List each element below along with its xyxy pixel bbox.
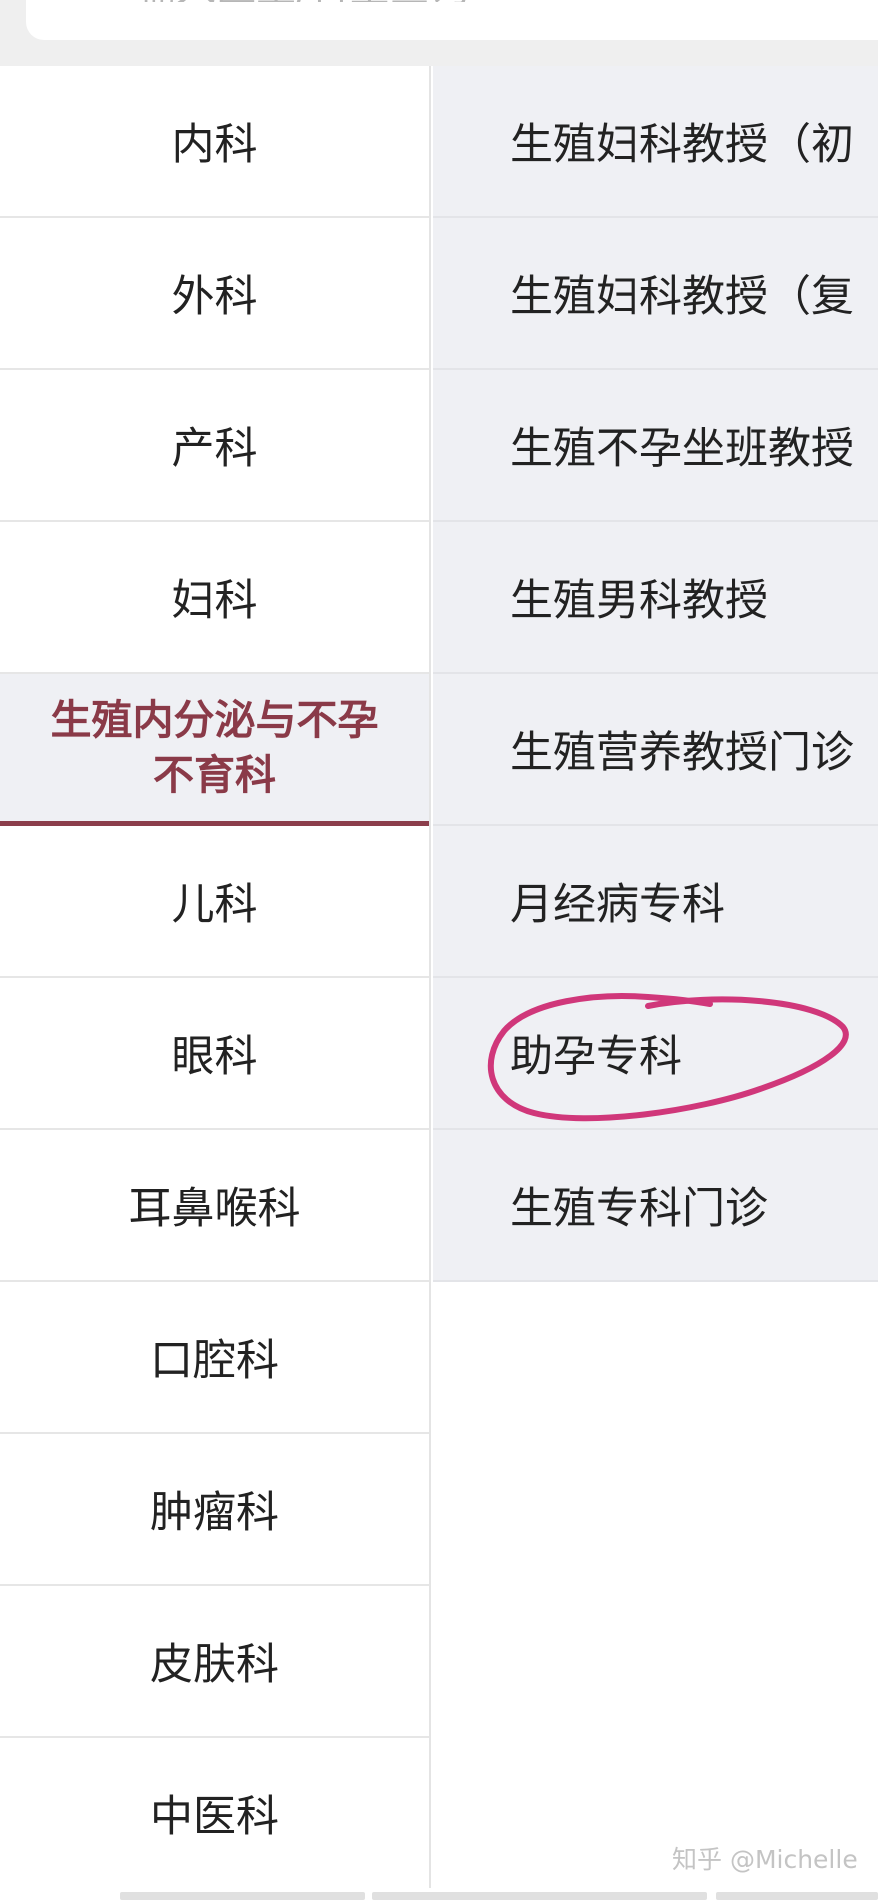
department-item-internal-medicine[interactable]: 内科 (0, 66, 429, 218)
department-item-pediatrics[interactable]: 儿科 (0, 826, 429, 978)
department-item-tcm[interactable]: 中医科 (0, 1738, 429, 1890)
department-item-ophthalmology[interactable]: 眼科 (0, 978, 429, 1130)
department-item-surgery[interactable]: 外科 (0, 218, 429, 370)
sub-department-item[interactable]: 生殖妇科教授（复 (433, 218, 878, 370)
department-item-label: 生殖内分泌与不孕不育科 (50, 695, 379, 799)
department-item-ent[interactable]: 耳鼻喉科 (0, 1130, 429, 1282)
search-box[interactable] (26, 0, 878, 40)
department-item-obstetrics[interactable]: 产科 (0, 370, 429, 522)
department-list: 内科 外科 产科 妇科 生殖内分泌与不孕不育科 儿科 眼科 耳鼻喉科 口腔科 肿… (0, 66, 431, 1900)
search-input[interactable] (136, 0, 736, 2)
sub-department-list: 生殖妇科教授（初 生殖妇科教授（复 生殖不孕坐班教授 生殖男科教授 生殖营养教授… (433, 66, 878, 1282)
sub-department-item[interactable]: 生殖营养教授门诊 (433, 674, 878, 826)
search-icon (56, 0, 104, 4)
department-item-stomatology[interactable]: 口腔科 (0, 1282, 429, 1434)
sub-department-item[interactable]: 生殖男科教授 (433, 522, 878, 674)
department-item-dermatology[interactable]: 皮肤科 (0, 1586, 429, 1738)
sub-department-item-assisted-reproduction[interactable]: 助孕专科 (433, 978, 878, 1130)
sub-department-item[interactable]: 月经病专科 (433, 826, 878, 978)
watermark: 知乎 @Michelle (672, 1845, 858, 1874)
sub-department-item[interactable]: 生殖不孕坐班教授 (433, 370, 878, 522)
sub-department-item[interactable]: 生殖专科门诊 (433, 1130, 878, 1282)
department-item-gynecology[interactable]: 妇科 (0, 522, 429, 674)
sub-department-item[interactable]: 生殖妇科教授（初 (433, 66, 878, 218)
search-bar (0, 0, 878, 66)
department-item-oncology[interactable]: 肿瘤科 (0, 1434, 429, 1586)
department-item-reproductive-endocrinology[interactable]: 生殖内分泌与不孕不育科 (0, 674, 429, 826)
bottom-edge (0, 1888, 878, 1900)
